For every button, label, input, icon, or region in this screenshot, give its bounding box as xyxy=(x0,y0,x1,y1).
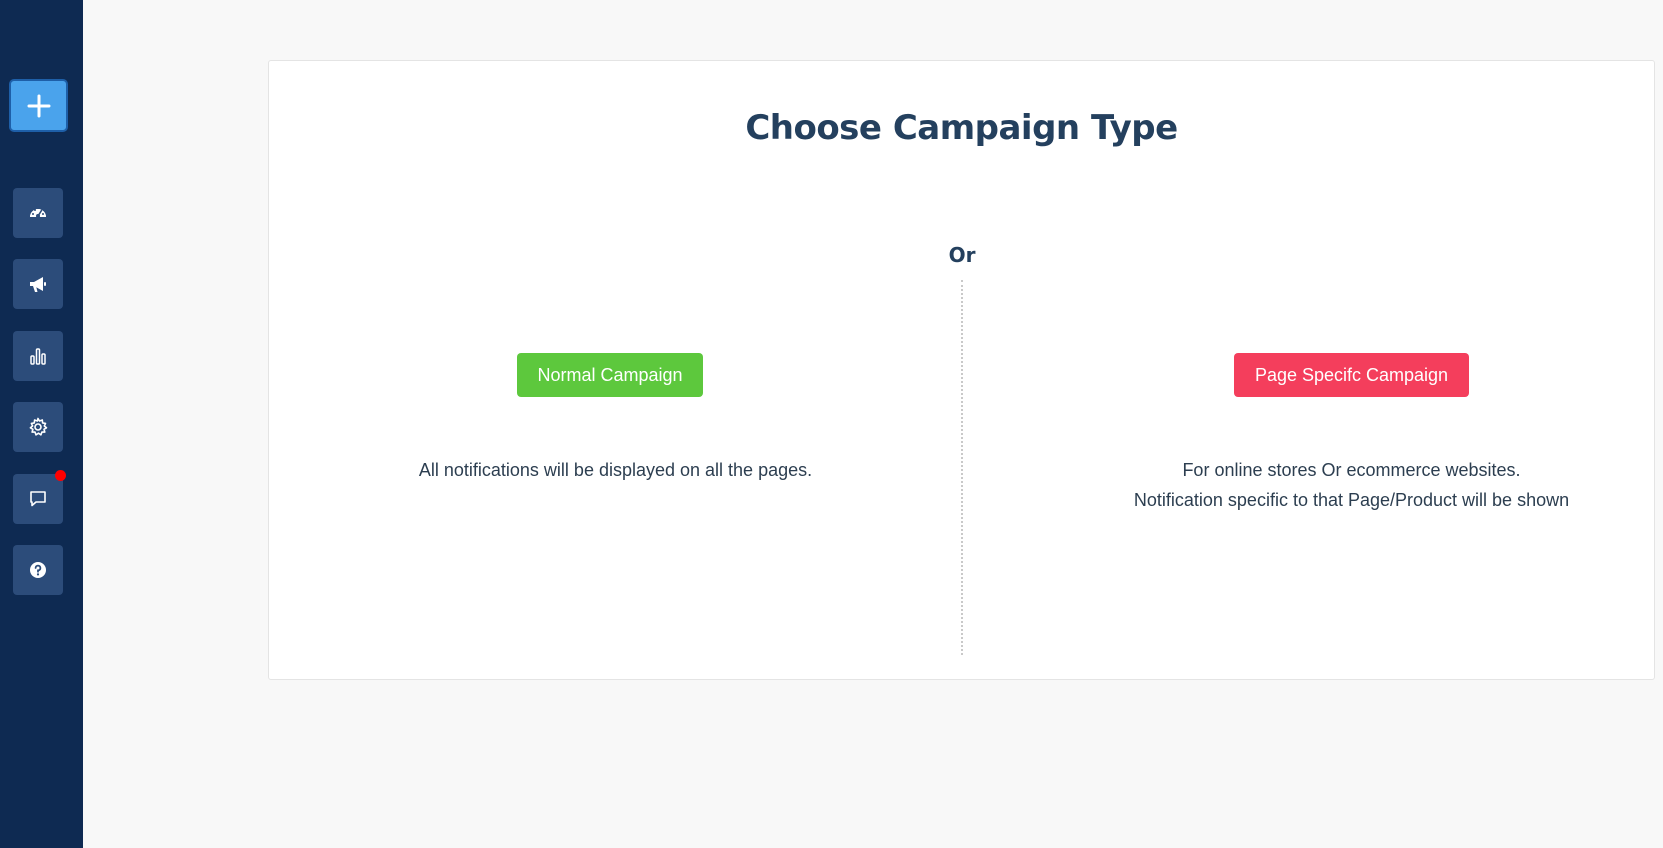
bar-chart-icon xyxy=(30,348,46,365)
sidebar-item-campaigns[interactable] xyxy=(13,259,63,309)
normal-campaign-option: Normal Campaign All notifications will b… xyxy=(269,61,962,679)
sidebar-item-dashboard[interactable] xyxy=(13,188,63,238)
sidebar-item-analytics[interactable] xyxy=(13,331,63,381)
sidebar xyxy=(0,0,83,848)
sidebar-item-settings[interactable] xyxy=(13,402,63,452)
chat-icon xyxy=(30,491,46,507)
page-specific-campaign-button[interactable]: Page Specifc Campaign xyxy=(1234,353,1469,397)
add-campaign-button[interactable] xyxy=(9,79,68,132)
notification-dot xyxy=(55,470,66,481)
speedometer-icon xyxy=(30,209,46,218)
normal-campaign-description: All notifications will be displayed on a… xyxy=(418,460,813,480)
megaphone-icon xyxy=(30,277,46,292)
normal-campaign-button[interactable]: Normal Campaign xyxy=(517,353,703,397)
question-icon xyxy=(30,562,46,578)
page-specific-campaign-option: Page Specifc Campaign For online stores … xyxy=(962,61,1656,679)
gear-icon xyxy=(29,417,48,436)
plus-icon xyxy=(27,94,50,117)
campaign-type-card: Choose Campaign Type Or Normal Campaign … xyxy=(268,60,1655,680)
sidebar-item-messages[interactable] xyxy=(13,470,66,524)
sidebar-item-help[interactable] xyxy=(13,545,63,595)
page-specific-campaign-description: For online stores Or ecommerce websites.… xyxy=(1133,460,1570,510)
